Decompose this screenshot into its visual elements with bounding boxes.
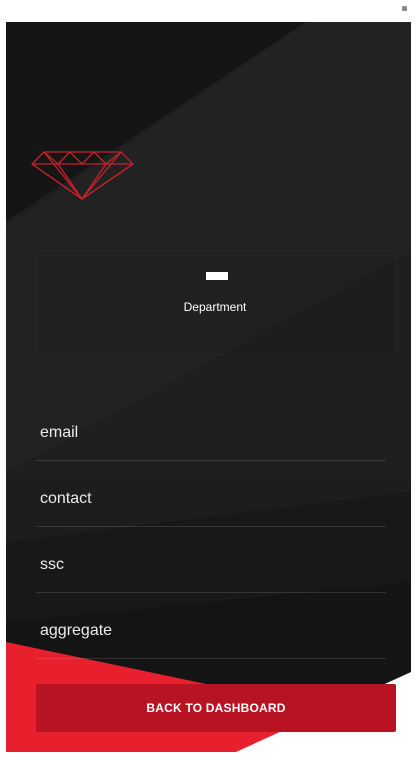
email-field-label: email	[40, 424, 79, 441]
aggregate-field[interactable]: aggregate	[36, 618, 386, 659]
department-value-bar	[206, 272, 228, 280]
diamond-icon	[31, 151, 134, 200]
ssc-field[interactable]: ssc	[36, 552, 386, 593]
contact-field-label: contact	[40, 490, 92, 507]
ssc-field-label: ssc	[40, 556, 64, 573]
contact-field[interactable]: contact	[36, 486, 386, 527]
email-field[interactable]: email	[36, 420, 386, 461]
aggregate-field-label: aggregate	[40, 622, 113, 639]
status-bar	[6, 0, 411, 22]
department-label: Department	[183, 300, 247, 314]
back-to-dashboard-button[interactable]: BACK TO DASHBOARD	[36, 684, 396, 732]
app-screen: Department email contact ssc aggregate B…	[6, 0, 411, 752]
status-indicator	[402, 6, 407, 11]
